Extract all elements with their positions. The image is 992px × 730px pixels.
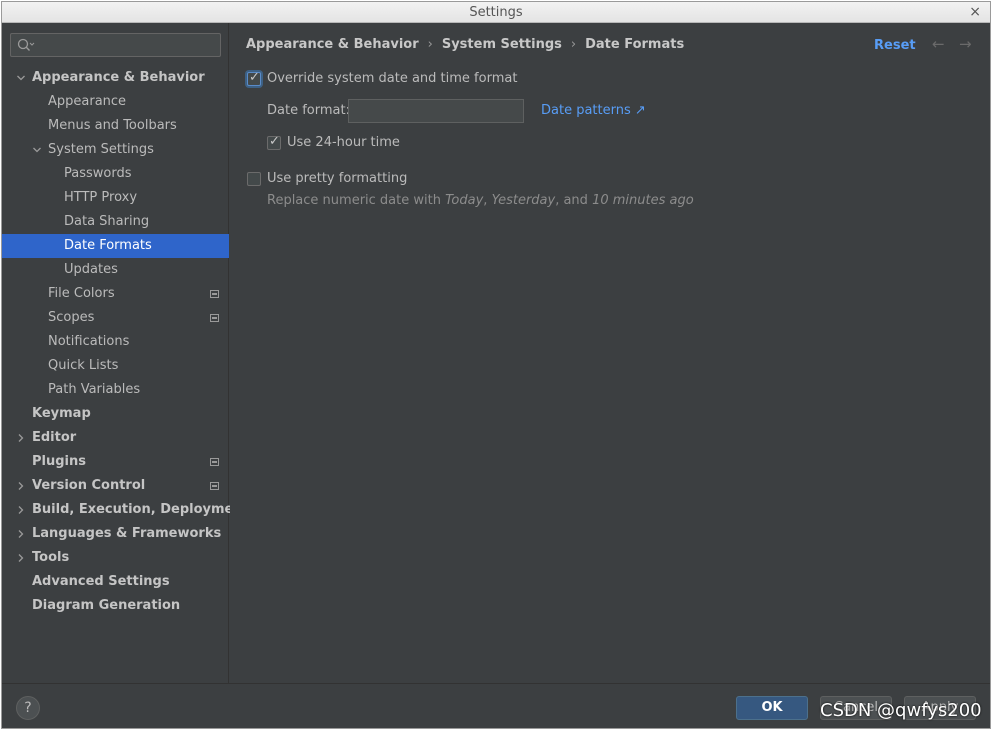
sidebar-item-updates[interactable]: Updates (2, 258, 229, 282)
non-default-settings-icon (210, 314, 219, 322)
sidebar-item-label: Scopes (48, 310, 95, 325)
help-icon[interactable]: ? (16, 696, 40, 720)
sidebar-item-build-execution-deployment[interactable]: Build, Execution, Deployment (2, 498, 249, 522)
sidebar-item-label: HTTP Proxy (64, 190, 138, 205)
sidebar-item-languages-frameworks[interactable]: Languages & Frameworks (2, 522, 229, 546)
sidebar-item-label: Notifications (48, 334, 130, 349)
sidebar-item-editor[interactable]: Editor (2, 426, 229, 450)
forward-arrow-icon[interactable]: → (959, 35, 972, 53)
sidebar-item-label: Build, Execution, Deployment (32, 502, 249, 517)
sidebar-item-label: System Settings (48, 142, 154, 157)
search-icon (17, 38, 35, 51)
sidebar-item-advanced-settings[interactable]: Advanced Settings (2, 570, 229, 594)
override-format-label: Override system date and time format (267, 71, 518, 86)
sidebar-item-label: Version Control (32, 478, 146, 493)
settings-sidebar: Appearance & Behavior Appearance Menus and… (2, 23, 249, 683)
sidebar-item-plugins[interactable]: Plugins (2, 450, 229, 474)
sidebar-item-label: Editor (32, 430, 77, 445)
hint-today: Today (445, 193, 484, 208)
sidebar-item-label: Appearance & Behavior (32, 70, 205, 85)
breadcrumb-item-appearance-behavior[interactable]: Appearance & Behavior (246, 37, 419, 52)
hint-prefix: Replace numeric date with (267, 193, 446, 208)
sidebar-item-passwords[interactable]: Passwords (2, 162, 229, 186)
sidebar-item-file-colors[interactable]: File Colors (2, 282, 229, 306)
watermark-text: CSDN @qwfys200 (820, 700, 982, 721)
reset-link[interactable]: Reset (874, 38, 916, 53)
sidebar-item-system-settings[interactable]: System Settings (2, 138, 229, 162)
date-format-field[interactable] (348, 99, 524, 123)
non-default-settings-icon (210, 482, 219, 490)
window-title: Settings (469, 5, 523, 20)
sidebar-item-label: Data Sharing (64, 214, 150, 229)
sidebar-item-label: Advanced Settings (32, 574, 170, 589)
ok-button[interactable]: OK (736, 696, 808, 720)
sidebar-item-label: Languages & Frameworks (32, 526, 222, 541)
sidebar-item-version-control[interactable]: Version Control (2, 474, 229, 498)
date-formats-panel: Appearance & Behavior › System Settings › Da… (230, 23, 990, 683)
sidebar-item-http-proxy[interactable]: HTTP Proxy (2, 186, 229, 210)
chevron-right-icon[interactable] (16, 505, 26, 515)
sidebar-item-appearance-behavior[interactable]: Appearance & Behavior (2, 66, 229, 90)
sidebar-item-label: Diagram Generation (32, 598, 181, 613)
breadcrumb: Appearance & Behavior › System Settings › Da… (246, 37, 684, 52)
non-default-settings-icon (210, 290, 219, 298)
settings-dialog: Settings × Appearance & Behavior Appearan… (1, 1, 991, 729)
title-bar: Settings × (2, 2, 990, 23)
sidebar-item-label: Passwords (64, 166, 132, 181)
sidebar-item-date-formats[interactable]: Date Formats (2, 234, 229, 258)
sidebar-item-keymap[interactable]: Keymap (2, 402, 229, 426)
back-arrow-icon[interactable]: ← (932, 35, 945, 53)
chevron-right-icon[interactable] (16, 481, 26, 491)
search-input[interactable] (10, 33, 221, 57)
override-format-checkbox[interactable] (247, 70, 261, 86)
breadcrumb-item-date-formats: Date Formats (585, 37, 685, 52)
sidebar-item-label: Plugins (32, 454, 86, 469)
sidebar-item-label: Tools (32, 550, 70, 565)
settings-tree: Appearance & Behavior Appearance Menus and… (2, 66, 249, 618)
sidebar-item-label: Path Variables (48, 382, 141, 397)
chevron-right-icon[interactable] (16, 433, 26, 443)
hint-and: , and (555, 193, 593, 208)
sidebar-item-notifications[interactable]: Notifications (2, 330, 229, 354)
use-24-hour-label: Use 24-hour time (287, 135, 400, 150)
date-format-label: Date format: (267, 103, 350, 118)
non-default-settings-icon (210, 458, 219, 466)
breadcrumb-item-system-settings[interactable]: System Settings (442, 37, 562, 52)
sidebar-item-label: Keymap (32, 406, 91, 421)
sidebar-item-label: Appearance (48, 94, 127, 109)
pretty-formatting-label: Use pretty formatting (267, 171, 408, 186)
sidebar-item-path-variables[interactable]: Path Variables (2, 378, 229, 402)
sidebar-item-label: Updates (64, 262, 118, 277)
pretty-formatting-hint: Replace numeric date with Today, Yesterd… (267, 193, 694, 208)
chevron-down-icon[interactable] (32, 145, 42, 155)
hint-yesterday: Yesterday (491, 193, 556, 208)
hint-minutes: 10 minutes ago (592, 193, 694, 208)
sidebar-item-label: Quick Lists (48, 358, 119, 373)
dialog-footer: ? OK Cancel Apply CSDN @qwfys200 (2, 683, 990, 728)
hint-comma: , (483, 193, 492, 208)
chevron-down-icon[interactable] (16, 73, 26, 83)
date-patterns-link[interactable]: Date patterns ↗ (541, 103, 646, 118)
sidebar-item-label: Menus and Toolbars (48, 118, 177, 133)
sidebar-item-label: Date Formats (64, 238, 152, 253)
close-icon[interactable]: × (969, 4, 981, 20)
breadcrumb-separator: › (427, 37, 433, 52)
sidebar-item-appearance[interactable]: Appearance (2, 90, 229, 114)
breadcrumb-separator: › (570, 37, 577, 52)
sidebar-item-tools[interactable]: Tools (2, 546, 229, 570)
sidebar-item-scopes[interactable]: Scopes (2, 306, 229, 330)
chevron-right-icon[interactable] (16, 553, 26, 563)
sidebar-item-diagram-generation[interactable]: Diagram Generation (2, 594, 229, 618)
sidebar-item-data-sharing[interactable]: Data Sharing (2, 210, 229, 234)
use-24-hour-checkbox[interactable] (267, 134, 281, 150)
pretty-formatting-checkbox[interactable] (247, 172, 261, 186)
chevron-right-icon[interactable] (16, 529, 26, 539)
sidebar-item-menus-and-toolbars[interactable]: Menus and Toolbars (2, 114, 229, 138)
sidebar-item-label: File Colors (48, 286, 115, 301)
sidebar-item-quick-lists[interactable]: Quick Lists (2, 354, 229, 378)
